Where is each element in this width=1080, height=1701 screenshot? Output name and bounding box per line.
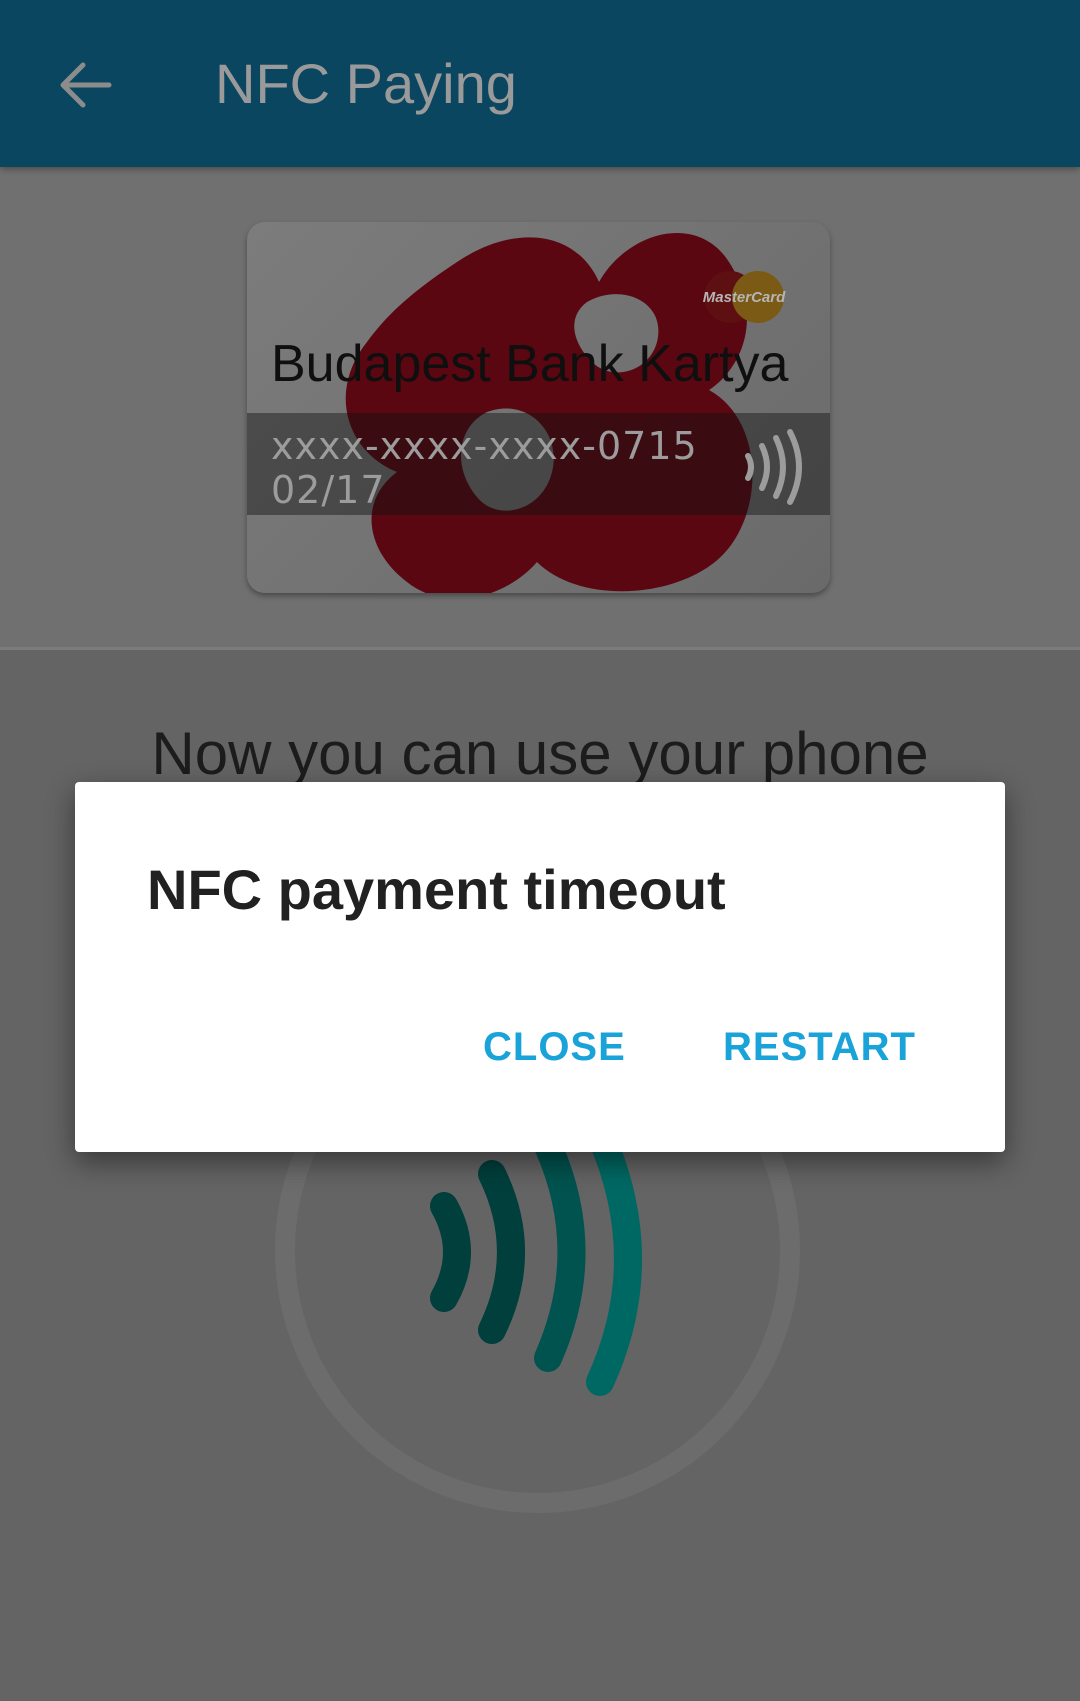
payment-card[interactable]: MasterCard Budapest Bank Kartya xxxx-xxx… (247, 222, 830, 593)
card-number: xxxx-xxxx-xxxx-0715 (271, 424, 698, 468)
back-button[interactable] (40, 40, 130, 130)
contactless-icon (745, 429, 802, 505)
instruction-text: Now you can use your phone (151, 720, 929, 787)
arrow-back-icon (60, 62, 112, 108)
timeout-dialog: NFC payment timeout CLOSE RESTART (75, 782, 1005, 1152)
dialog-title: NFC payment timeout (147, 858, 726, 921)
nfc-waves-icon (430, 1130, 642, 1396)
mastercard-logo: MasterCard (703, 271, 786, 323)
budapest-bank-logo (345, 233, 753, 593)
app-bar: NFC Paying (0, 0, 1080, 167)
page-title: NFC Paying (215, 52, 517, 115)
card-name: Budapest Bank Kartya (271, 335, 789, 393)
restart-button[interactable]: RESTART (703, 1007, 936, 1087)
card-expiry: 02/17 (271, 468, 386, 512)
mastercard-text: MasterCard (703, 289, 786, 306)
close-button[interactable]: CLOSE (463, 1007, 646, 1087)
